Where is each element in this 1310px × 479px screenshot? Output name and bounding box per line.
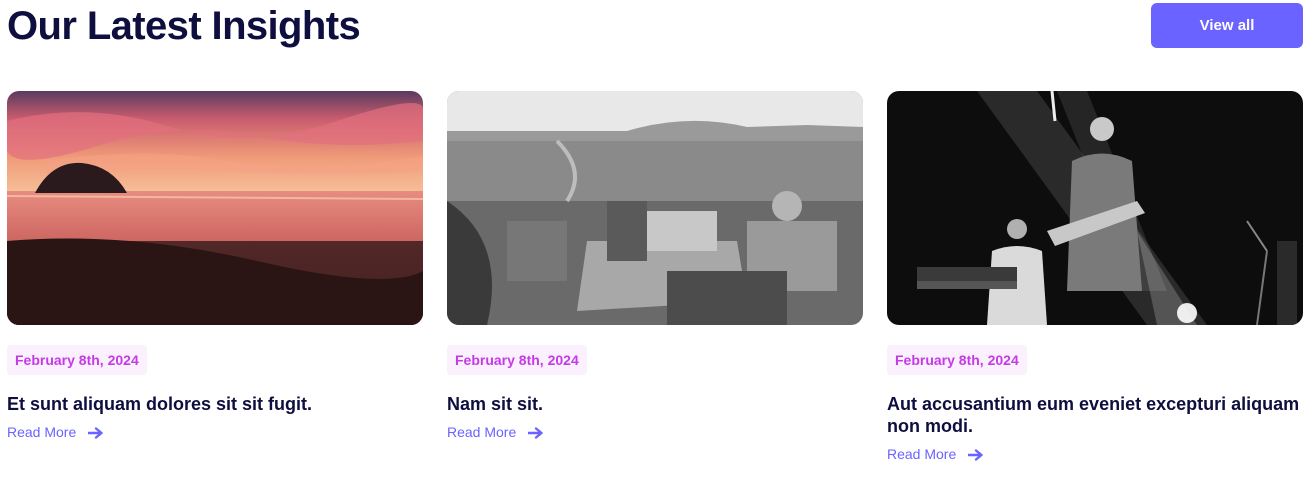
read-more-label: Read More bbox=[7, 424, 77, 440]
read-more-label: Read More bbox=[447, 424, 517, 440]
card-title[interactable]: Et sunt aliquam dolores sit sit fugit. bbox=[7, 393, 423, 415]
read-more-link[interactable]: Read More bbox=[7, 424, 104, 440]
view-all-button[interactable]: View all bbox=[1151, 3, 1303, 48]
date-badge: February 8th, 2024 bbox=[447, 345, 587, 375]
arrow-right-icon bbox=[527, 426, 544, 439]
card-image-city-aerial[interactable] bbox=[447, 91, 863, 325]
insight-card: February 8th, 2024 Nam sit sit. Read Mor… bbox=[447, 91, 863, 442]
date-badge: February 8th, 2024 bbox=[7, 345, 147, 375]
card-title[interactable]: Aut accusantium eum eveniet excepturi al… bbox=[887, 393, 1303, 437]
insight-card: February 8th, 2024 Et sunt aliquam dolor… bbox=[7, 91, 423, 442]
arrow-right-icon bbox=[967, 448, 984, 461]
date-badge: February 8th, 2024 bbox=[887, 345, 1027, 375]
read-more-link[interactable]: Read More bbox=[447, 424, 544, 440]
card-image-concert[interactable] bbox=[887, 91, 1303, 325]
insight-card: February 8th, 2024 Aut accusantium eum e… bbox=[887, 91, 1303, 464]
card-image-sunset-beach[interactable] bbox=[7, 91, 423, 325]
arrow-right-icon bbox=[87, 426, 104, 439]
read-more-label: Read More bbox=[887, 446, 957, 462]
section-header: Our Latest Insights View all bbox=[0, 0, 1310, 60]
page-title: Our Latest Insights bbox=[7, 4, 361, 48]
read-more-link[interactable]: Read More bbox=[887, 446, 984, 462]
card-title[interactable]: Nam sit sit. bbox=[447, 393, 863, 415]
